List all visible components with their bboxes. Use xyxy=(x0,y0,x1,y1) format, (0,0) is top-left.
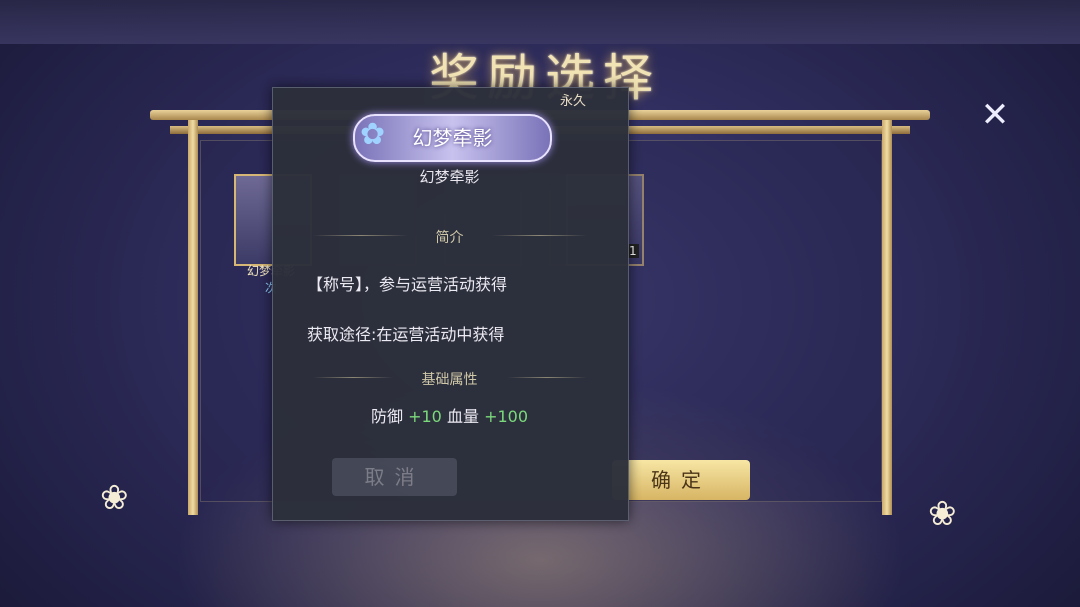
divider xyxy=(507,377,587,378)
flower-icon: ✿ xyxy=(360,117,386,152)
stat-label: 防御 xyxy=(370,407,403,426)
confirm-button[interactable]: 确定 xyxy=(612,460,750,500)
intro-header: 简介 xyxy=(435,230,464,246)
gate-post-left xyxy=(188,120,198,515)
attributes-header: 基础属性 xyxy=(421,372,478,388)
lotus-icon: ❀ xyxy=(928,494,957,534)
gate-post-right xyxy=(882,120,892,515)
title-name: 幻梦牵影 xyxy=(419,168,480,186)
stat-label: 血量 xyxy=(446,407,479,426)
divider xyxy=(492,235,587,236)
permanence-label: 永久 xyxy=(560,94,587,109)
stats-line: 防御 +10 血量 +100 xyxy=(272,403,627,427)
stat-value: +10 xyxy=(408,407,442,426)
acquisition-source: 获取途径:在运营活动中获得 xyxy=(307,325,505,344)
close-icon[interactable]: ✕ xyxy=(976,96,1014,134)
cancel-button[interactable]: 取消 xyxy=(332,458,457,496)
stat-value: +100 xyxy=(484,407,529,426)
title-description: 【称号】，参与运营活动获得 xyxy=(307,275,508,294)
lotus-icon: ❀ xyxy=(100,478,129,518)
